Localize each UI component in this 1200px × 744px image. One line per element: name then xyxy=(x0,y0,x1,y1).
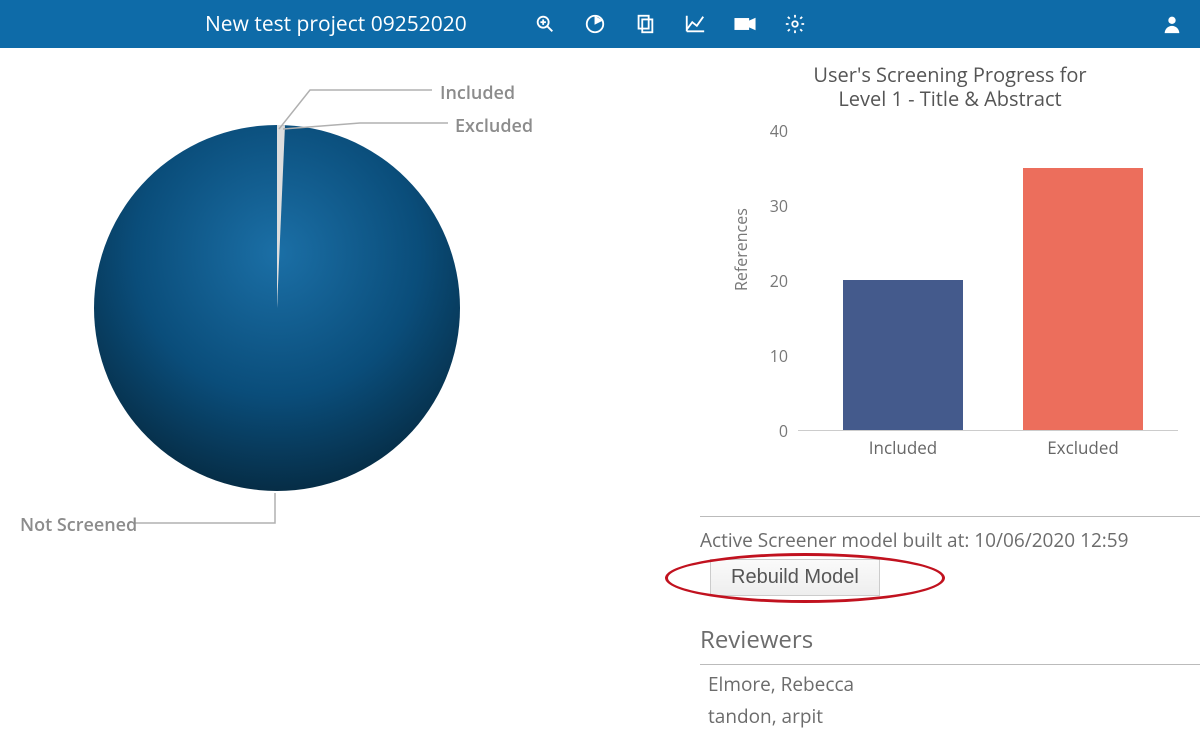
plot-area xyxy=(798,131,1178,431)
pie-chart-pane: Included Excluded Not Screened xyxy=(0,63,700,593)
video-icon[interactable] xyxy=(720,0,770,48)
reviewer-item: tandon, arpit xyxy=(708,703,1200,729)
y-tick: 10 xyxy=(758,345,788,367)
y-axis-ticks: 0 10 20 30 40 xyxy=(758,131,788,431)
x-tick-excluded: Excluded xyxy=(1023,436,1143,459)
rebuild-model-button[interactable]: Rebuild Model xyxy=(710,559,880,596)
user-menu-icon[interactable] xyxy=(1152,0,1192,48)
y-tick: 0 xyxy=(758,420,788,442)
gear-icon[interactable] xyxy=(770,0,820,48)
right-pane: User's Screening Progress for Level 1 - … xyxy=(700,63,1200,735)
y-tick: 30 xyxy=(758,195,788,217)
y-axis-label: References xyxy=(730,208,752,291)
pie-chart-icon[interactable] xyxy=(570,0,620,48)
bar-chart-title: User's Screening Progress for Level 1 - … xyxy=(720,63,1180,111)
model-built-text: Active Screener model built at: 10/06/20… xyxy=(700,527,1200,553)
documents-icon[interactable] xyxy=(620,0,670,48)
bar-chart-title-line1: User's Screening Progress for xyxy=(813,61,1086,88)
search-zoom-icon[interactable] xyxy=(520,0,570,48)
reviewer-item: Elmore, Rebecca xyxy=(708,671,1200,697)
divider xyxy=(700,516,1200,517)
pie-label-included: Included xyxy=(440,81,515,105)
content-area: Included Excluded Not Screened User's Sc… xyxy=(0,48,1200,735)
y-tick: 20 xyxy=(758,270,788,292)
pie-label-not-screened: Not Screened xyxy=(20,513,137,537)
line-chart-icon[interactable] xyxy=(670,0,720,48)
divider xyxy=(700,664,1200,665)
x-tick-included: Included xyxy=(843,436,963,459)
bar-excluded xyxy=(1023,168,1143,431)
reviewers-heading: Reviewers xyxy=(700,623,1200,656)
toolbar xyxy=(520,0,820,48)
bar-chart-title-line2: Level 1 - Title & Abstract xyxy=(838,85,1061,112)
pie-label-excluded: Excluded xyxy=(455,114,533,138)
bar-chart: References 0 10 20 30 40 Included Exclud… xyxy=(720,111,1180,471)
top-bar: New test project 09252020 xyxy=(0,0,1200,48)
project-title: New test project 09252020 xyxy=(205,0,467,48)
bar-included xyxy=(843,280,963,430)
y-tick: 40 xyxy=(758,120,788,142)
